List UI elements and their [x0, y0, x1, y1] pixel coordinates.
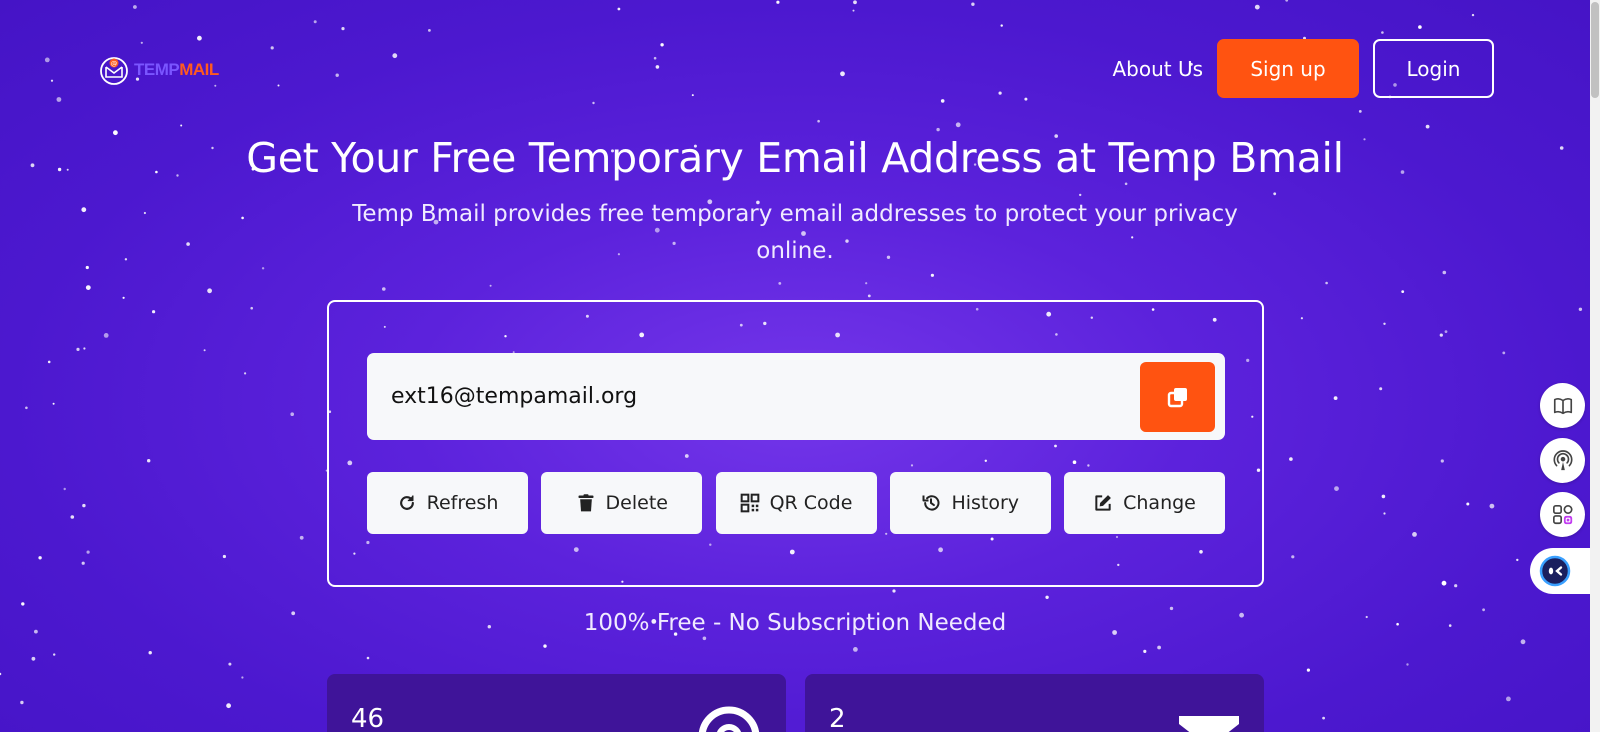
email-box — [367, 353, 1225, 440]
page-scrollbar[interactable] — [1590, 0, 1600, 732]
chat-bot-icon — [1539, 555, 1571, 587]
history-icon — [922, 495, 940, 511]
envelope-logo-icon: @ — [100, 57, 128, 85]
rail-broadcast-button[interactable] — [1540, 438, 1585, 483]
qrcode-icon — [740, 493, 759, 513]
copy-button[interactable] — [1140, 362, 1215, 432]
broadcast-icon — [1552, 449, 1573, 470]
copy-icon — [1167, 388, 1187, 408]
email-address-field[interactable] — [391, 353, 1111, 440]
login-button[interactable]: Login — [1373, 39, 1494, 98]
hourglass-icon — [1179, 716, 1239, 732]
rail-apps-button[interactable] — [1540, 492, 1585, 537]
delete-button[interactable]: Delete — [541, 472, 703, 534]
book-icon — [1553, 397, 1572, 414]
stat-card-time: 2 — [805, 674, 1264, 732]
top-nav: About Us Sign up Login — [1112, 39, 1494, 98]
signup-button[interactable]: Sign up — [1217, 39, 1359, 98]
svg-text:@: @ — [111, 60, 118, 68]
stat-card-emails: 46 — [327, 674, 786, 732]
edit-icon — [1095, 495, 1112, 511]
refresh-icon — [399, 495, 414, 510]
rail-book-button[interactable] — [1540, 383, 1585, 428]
change-label: Change — [1123, 492, 1196, 514]
change-button[interactable]: Change — [1064, 472, 1225, 534]
stat-value: 2 — [829, 704, 846, 732]
stat-value: 46 — [351, 704, 385, 732]
apps-icon — [1552, 504, 1573, 524]
nav-about-us[interactable]: About Us — [1112, 57, 1203, 81]
history-label: History — [951, 492, 1020, 514]
scrollbar-thumb[interactable] — [1591, 2, 1599, 98]
refresh-label: Refresh — [426, 492, 499, 514]
page-subtitle: Temp Bmail provides free temporary email… — [352, 201, 1238, 264]
trash-icon — [578, 494, 594, 512]
history-button[interactable]: History — [889, 472, 1051, 534]
qr-code-button[interactable]: QR Code — [715, 472, 877, 534]
free-tagline: 100% Free - No Subscription Needed — [583, 610, 1007, 636]
delete-label: Delete — [605, 492, 668, 514]
page-title: Get Your Free Temporary Email Address at… — [246, 134, 1344, 182]
logo-text: TEMPMAIL — [134, 60, 219, 79]
logo[interactable]: @ TEMPMAIL — [98, 52, 219, 88]
email-card: Refresh Delete QR Code — [327, 300, 1264, 587]
qr-code-label: QR Code — [769, 492, 853, 514]
email-icon — [698, 706, 760, 732]
refresh-button[interactable]: Refresh — [367, 472, 528, 534]
email-actions: Refresh Delete QR Code History Change — [367, 472, 1225, 534]
